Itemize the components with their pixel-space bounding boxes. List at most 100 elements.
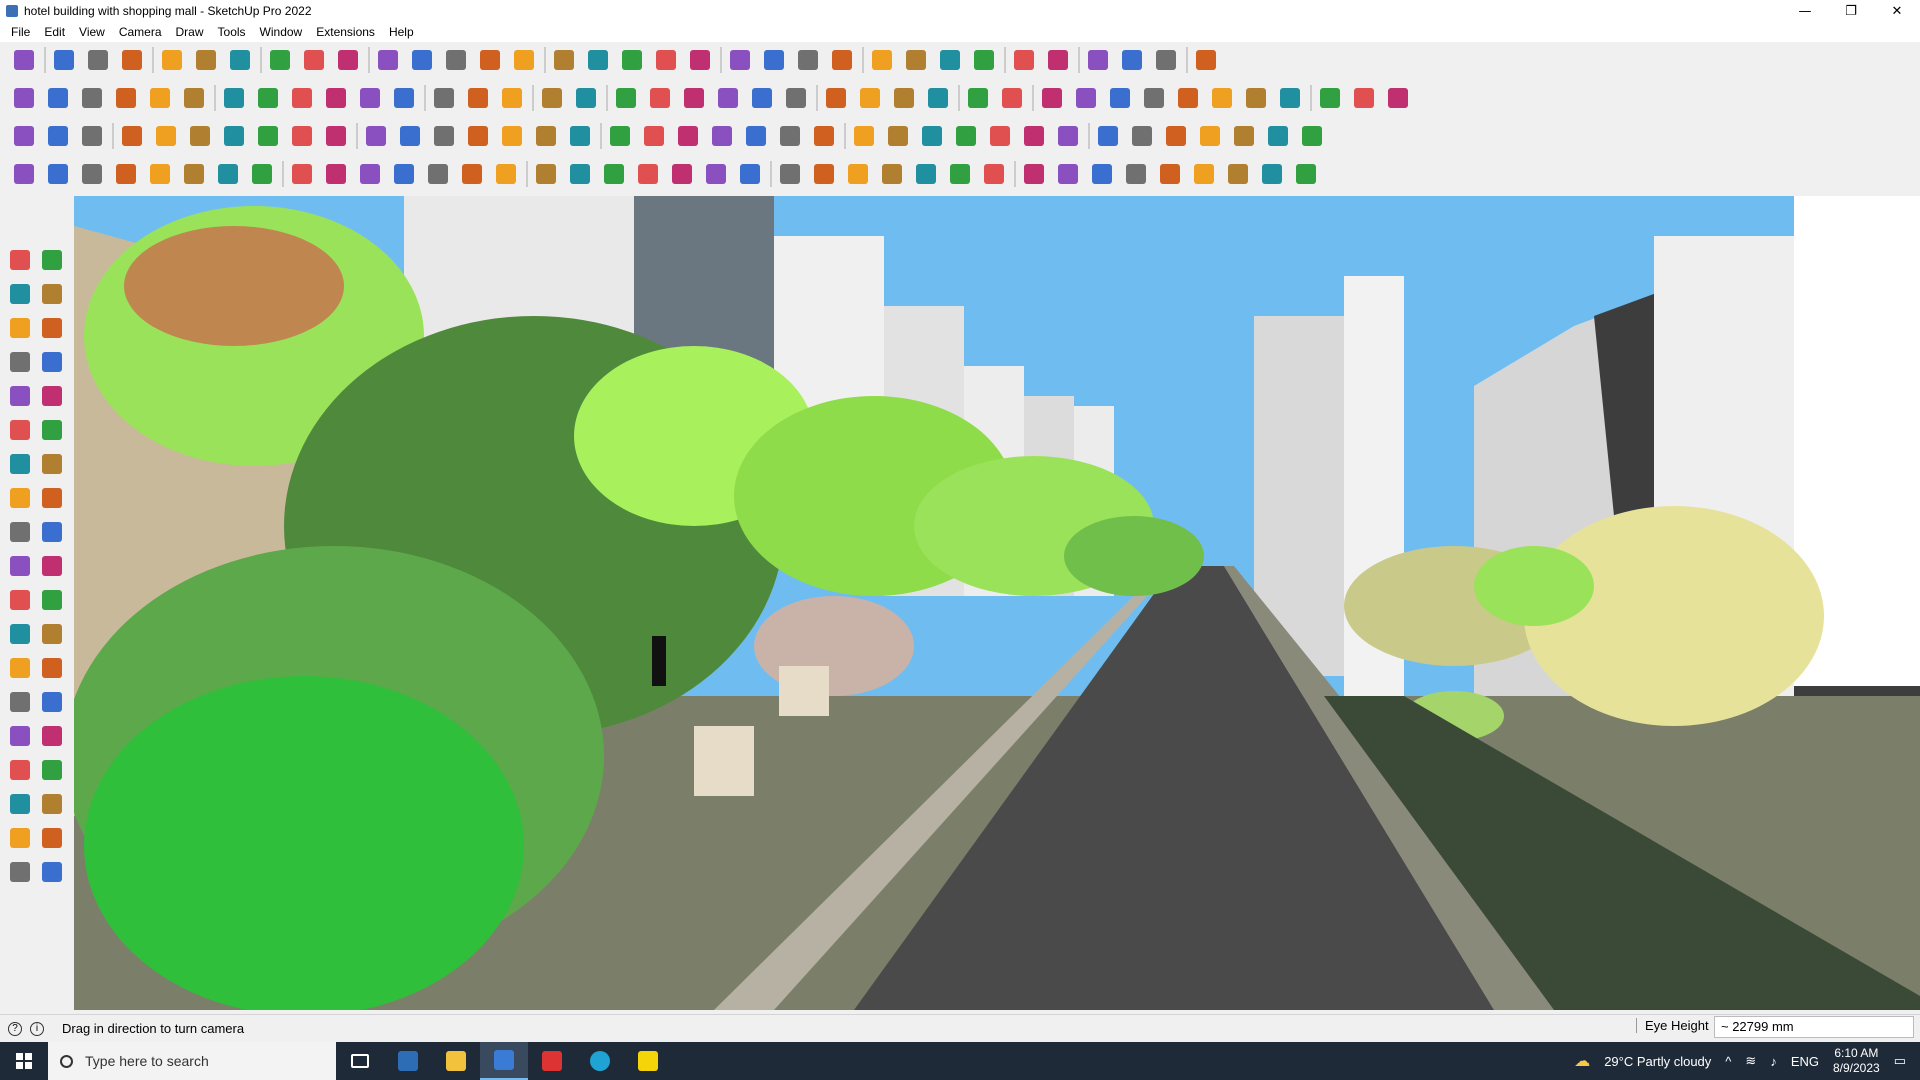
row4-tool-button-25[interactable] <box>844 160 872 188</box>
info-icon[interactable]: i <box>30 1021 44 1036</box>
row2-tool-button-5[interactable] <box>146 84 174 112</box>
row2-tool-button-38[interactable] <box>1316 84 1344 112</box>
left-tool-button-13[interactable] <box>6 450 34 478</box>
row4-tool-button-6[interactable] <box>180 160 208 188</box>
row2-tool-button-18[interactable] <box>612 84 640 112</box>
row2-tool-button-1[interactable] <box>10 84 38 112</box>
left-tool-button-18[interactable] <box>38 518 66 546</box>
left-tool-button-36[interactable] <box>38 824 66 852</box>
left-tool-button-10[interactable] <box>38 382 66 410</box>
volume-icon[interactable]: ♪ <box>1770 1054 1777 1069</box>
row3-tool-button-38[interactable] <box>1298 122 1326 150</box>
row4-tool-button-29[interactable] <box>980 160 1008 188</box>
row4-tool-button-4[interactable] <box>112 160 140 188</box>
row4-tool-button-19[interactable] <box>634 160 662 188</box>
row1-tool-button-33[interactable] <box>1152 46 1180 74</box>
row1-tool-button-27[interactable] <box>936 46 964 74</box>
row4-tool-button-23[interactable] <box>776 160 804 188</box>
row3-tool-button-31[interactable] <box>1054 122 1082 150</box>
row3-tool-button-6[interactable] <box>186 122 214 150</box>
row2-tool-button-34[interactable] <box>1174 84 1202 112</box>
row2-tool-button-20[interactable] <box>680 84 708 112</box>
row3-tool-button-30[interactable] <box>1020 122 1048 150</box>
row4-tool-button-9[interactable] <box>288 160 316 188</box>
row4-tool-button-28[interactable] <box>946 160 974 188</box>
row1-tool-button-17[interactable] <box>584 46 612 74</box>
row2-tool-button-13[interactable] <box>430 84 458 112</box>
row4-tool-button-8[interactable] <box>248 160 276 188</box>
row4-tool-button-17[interactable] <box>566 160 594 188</box>
row1-tool-button-16[interactable] <box>550 46 578 74</box>
row2-tool-button-14[interactable] <box>464 84 492 112</box>
left-tool-button-28[interactable] <box>38 688 66 716</box>
row4-tool-button-24[interactable] <box>810 160 838 188</box>
row1-tool-button-8[interactable] <box>266 46 294 74</box>
row3-tool-button-34[interactable] <box>1162 122 1190 150</box>
row1-tool-button-9[interactable] <box>300 46 328 74</box>
row3-tool-button-23[interactable] <box>776 122 804 150</box>
menu-tools[interactable]: Tools <box>211 25 253 39</box>
row2-tool-button-2[interactable] <box>44 84 72 112</box>
row3-tool-button-26[interactable] <box>884 122 912 150</box>
notifications-icon[interactable]: ▭ <box>1894 1053 1906 1069</box>
left-tool-button-14[interactable] <box>38 450 66 478</box>
row1-tool-button-25[interactable] <box>868 46 896 74</box>
row2-tool-button-39[interactable] <box>1350 84 1378 112</box>
left-tool-button-24[interactable] <box>38 620 66 648</box>
left-tool-button-29[interactable] <box>6 722 34 750</box>
geolocation-icon[interactable]: ? <box>8 1021 22 1036</box>
row2-tool-button-9[interactable] <box>288 84 316 112</box>
left-tool-button-1[interactable] <box>6 246 34 274</box>
language-indicator[interactable]: ENG <box>1791 1054 1819 1069</box>
row2-tool-button-17[interactable] <box>572 84 600 112</box>
left-tool-button-8[interactable] <box>38 348 66 376</box>
row4-tool-button-18[interactable] <box>600 160 628 188</box>
row3-tool-button-15[interactable] <box>498 122 526 150</box>
row1-tool-button-1[interactable] <box>10 46 38 74</box>
row4-tool-button-34[interactable] <box>1156 160 1184 188</box>
row1-tool-button-31[interactable] <box>1084 46 1112 74</box>
row2-tool-button-23[interactable] <box>782 84 810 112</box>
row3-tool-button-11[interactable] <box>362 122 390 150</box>
row3-tool-button-1[interactable] <box>10 122 38 150</box>
row1-tool-button-7[interactable] <box>226 46 254 74</box>
row3-tool-button-13[interactable] <box>430 122 458 150</box>
row4-tool-button-36[interactable] <box>1224 160 1252 188</box>
row3-tool-button-20[interactable] <box>674 122 702 150</box>
row2-tool-button-26[interactable] <box>890 84 918 112</box>
left-tool-button-2[interactable] <box>38 246 66 274</box>
row2-tool-button-33[interactable] <box>1140 84 1168 112</box>
left-tool-button-11[interactable] <box>6 416 34 444</box>
row1-tool-button-29[interactable] <box>1010 46 1038 74</box>
left-tool-button-37[interactable] <box>6 858 34 886</box>
row2-tool-button-29[interactable] <box>998 84 1026 112</box>
row1-tool-button-6[interactable] <box>192 46 220 74</box>
row3-tool-button-22[interactable] <box>742 122 770 150</box>
row3-tool-button-7[interactable] <box>220 122 248 150</box>
left-tool-button-21[interactable] <box>6 586 34 614</box>
row2-tool-button-32[interactable] <box>1106 84 1134 112</box>
row1-tool-button-21[interactable] <box>726 46 754 74</box>
left-tool-button-17[interactable] <box>6 518 34 546</box>
row1-tool-button-15[interactable] <box>510 46 538 74</box>
left-tool-button-25[interactable] <box>6 654 34 682</box>
row3-tool-button-21[interactable] <box>708 122 736 150</box>
row3-tool-button-16[interactable] <box>532 122 560 150</box>
taskbar-app-acrobat[interactable] <box>528 1042 576 1080</box>
row1-tool-button-12[interactable] <box>408 46 436 74</box>
network-icon[interactable]: ≋ <box>1745 1053 1756 1069</box>
row1-tool-button-20[interactable] <box>686 46 714 74</box>
left-tool-button-22[interactable] <box>38 586 66 614</box>
row2-tool-button-15[interactable] <box>498 84 526 112</box>
row3-tool-button-2[interactable] <box>44 122 72 150</box>
row4-tool-button-27[interactable] <box>912 160 940 188</box>
row1-tool-button-18[interactable] <box>618 46 646 74</box>
row1-tool-button-30[interactable] <box>1044 46 1072 74</box>
left-tool-button-4[interactable] <box>38 280 66 308</box>
row3-tool-button-35[interactable] <box>1196 122 1224 150</box>
left-tool-button-35[interactable] <box>6 824 34 852</box>
left-tool-button-31[interactable] <box>6 756 34 784</box>
row4-tool-button-26[interactable] <box>878 160 906 188</box>
left-tool-button-20[interactable] <box>38 552 66 580</box>
row4-tool-button-5[interactable] <box>146 160 174 188</box>
